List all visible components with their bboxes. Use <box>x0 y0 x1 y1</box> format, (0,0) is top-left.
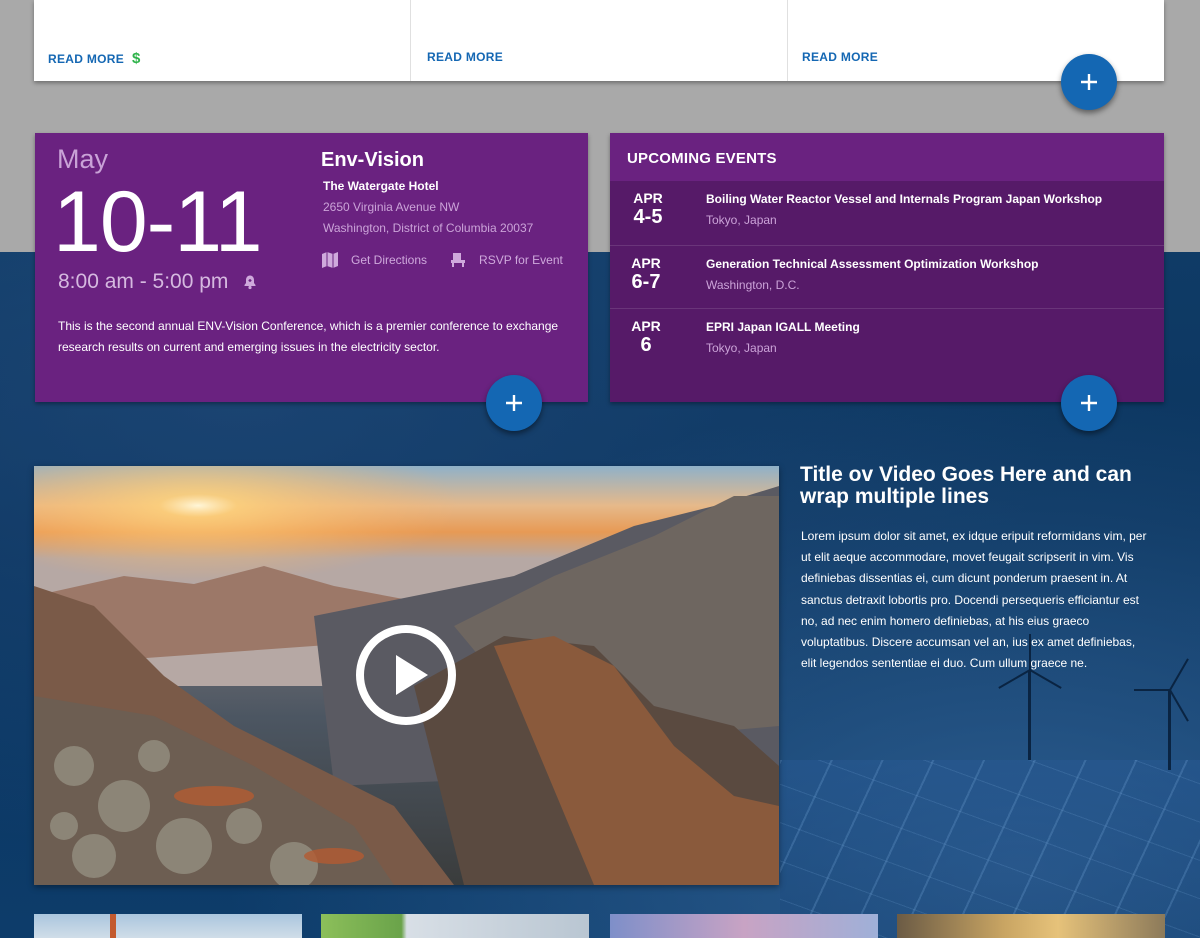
event-time-text: 8:00 am - 5:00 pm <box>58 270 229 293</box>
solar-panels-background <box>780 760 1200 938</box>
read-more-link[interactable]: READ MORE <box>802 50 878 64</box>
event-date-month: APR <box>631 318 661 334</box>
upcoming-events-header: UPCOMING EVENTS <box>610 133 1164 181</box>
event-date: APR 4-5 <box>612 190 684 229</box>
video-title: Title ov Video Goes Here and can wrap mu… <box>800 463 1132 508</box>
dollar-icon: $ <box>132 50 141 67</box>
read-more-label: READ MORE <box>802 50 879 64</box>
rsvp-label: RSVP for Event <box>479 253 563 267</box>
add-upcoming-event-button[interactable] <box>1061 375 1117 431</box>
featured-event-card: May 10-11 8:00 am - 5:00 pm Env-Vision T… <box>35 133 588 402</box>
event-description: This is the second annual ENV-Vision Con… <box>58 319 559 354</box>
news-card: READ MORE $ <box>34 0 411 81</box>
news-card: READ MORE <box>411 0 788 81</box>
event-venue: The Watergate Hotel <box>323 179 439 193</box>
event-date: APR 6 <box>610 318 682 357</box>
event-name: Env-Vision <box>321 149 424 171</box>
event-address-line1: 2650 Virginia Avenue NW <box>323 200 460 214</box>
event-date-days: 4-5 <box>633 206 663 228</box>
get-directions-link[interactable]: Get Directions <box>321 251 427 269</box>
read-more-link[interactable]: READ MORE <box>427 50 503 64</box>
event-date-month: APR <box>631 255 661 271</box>
thumbnail-card[interactable] <box>897 914 1165 938</box>
read-more-label: READ MORE <box>427 50 504 64</box>
event-date-days: 6-7 <box>631 271 661 293</box>
thumbnail-card[interactable] <box>321 914 589 938</box>
event-days: 10-11 <box>53 174 263 270</box>
upcoming-events-panel: UPCOMING EVENTS APR 4-5 Boiling Water Re… <box>610 133 1164 402</box>
plus-icon <box>506 395 522 411</box>
event-list-item[interactable]: APR 6 EPRI Japan IGALL Meeting Tokyo, Ja… <box>610 309 1164 371</box>
add-button[interactable] <box>1061 54 1117 110</box>
event-time: 8:00 am - 5:00 pm <box>58 270 258 294</box>
plus-icon <box>1081 74 1097 90</box>
event-title: EPRI Japan IGALL Meeting <box>706 320 860 334</box>
read-more-link[interactable]: READ MORE $ <box>48 50 141 67</box>
map-icon <box>322 252 338 268</box>
event-month: May <box>57 144 109 174</box>
read-more-label: READ MORE <box>48 51 125 66</box>
plus-icon <box>1081 395 1097 411</box>
event-address-line2: Washington, District of Columbia 20037 <box>323 221 534 235</box>
add-event-button[interactable] <box>486 375 542 431</box>
event-title: Boiling Water Reactor Vessel and Interna… <box>706 192 1103 206</box>
thumbnail-card[interactable] <box>34 914 302 938</box>
event-actions: Get Directions RSVP for Event <box>321 251 563 269</box>
video-description: Lorem ipsum dolor sit amet, ex idque eri… <box>801 529 1147 671</box>
event-location: Tokyo, Japan <box>706 213 777 227</box>
news-cards-row: READ MORE $ READ MORE READ MORE <box>34 0 1164 81</box>
event-location: Washington, D.C. <box>706 278 800 292</box>
event-date-days: 6 <box>640 334 652 356</box>
event-title: Generation Technical Assessment Optimiza… <box>706 257 1039 271</box>
event-date-month: APR <box>633 190 663 206</box>
get-directions-label: Get Directions <box>351 253 428 267</box>
event-list-item[interactable]: APR 4-5 Boiling Water Reactor Vessel and… <box>610 181 1164 246</box>
thumbnail-card[interactable] <box>610 914 878 938</box>
seat-icon <box>451 253 466 267</box>
rsvp-link[interactable]: RSVP for Event <box>449 251 563 269</box>
play-icon[interactable] <box>354 623 458 727</box>
event-date: APR 6-7 <box>610 255 682 294</box>
alarm-bell-icon[interactable] <box>242 274 258 290</box>
video-player[interactable] <box>34 466 779 885</box>
event-location: Tokyo, Japan <box>706 341 777 355</box>
event-list-item[interactable]: APR 6-7 Generation Technical Assessment … <box>610 246 1164 309</box>
